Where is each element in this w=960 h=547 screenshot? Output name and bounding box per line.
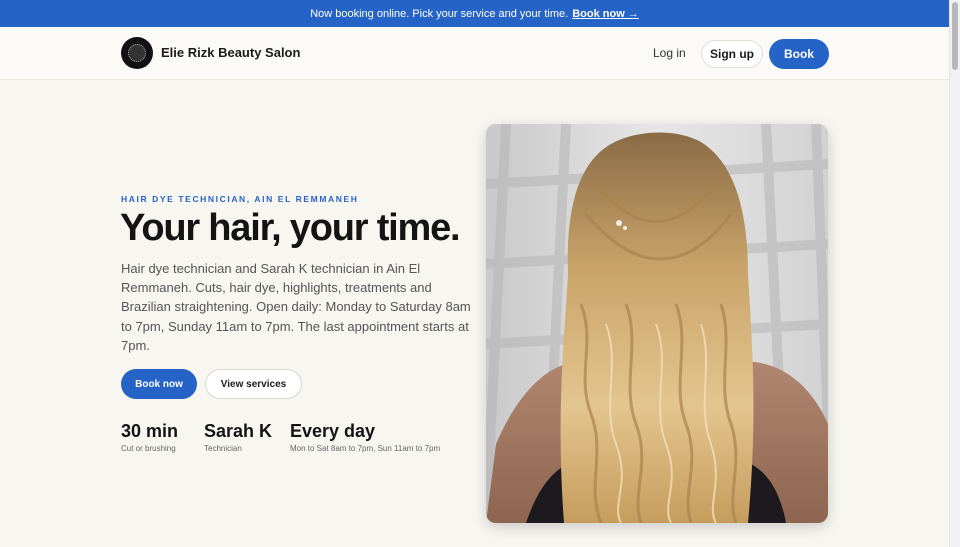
hero-title: Your hair, your time. (120, 207, 461, 249)
hero-description: Hair dye technician and Sarah K technici… (121, 261, 471, 353)
scrollbar-thumb[interactable] (952, 2, 958, 70)
page-scrollbar[interactable] (949, 0, 960, 547)
stat-value: Every day (290, 421, 376, 441)
announcement-text: Now booking online. Pick your service an… (310, 7, 569, 20)
salon-logo[interactable] (121, 37, 153, 69)
announcement-bar: Now booking online. Pick your service an… (0, 0, 949, 27)
signup-button[interactable]: Sign up (701, 40, 763, 68)
stat-label: Mon to Sat 8am to 7pm, Sun 11am to 7pm (290, 444, 441, 453)
login-link[interactable]: Log in (653, 46, 686, 60)
hero-hair-photo (486, 124, 828, 523)
brand-name[interactable]: Elie Rizk Beauty Salon (161, 45, 300, 60)
stat-value: 30 min (121, 421, 179, 441)
stat-value: Sarah K (204, 421, 273, 441)
book-now-button[interactable]: Book now (121, 369, 197, 399)
stat-duration: 30 min Cut or brushing (121, 421, 178, 453)
stat-hours: Every day Mon to Sat 8am to 7pm, Sun 11a… (290, 421, 440, 453)
book-button[interactable]: Book (769, 39, 829, 69)
announcement-book-link[interactable]: Book now → (572, 8, 639, 20)
stat-label: Cut or brushing (121, 444, 176, 453)
view-services-button[interactable]: View services (205, 369, 302, 399)
logo-emblem-icon (128, 44, 146, 62)
hair-photo-illustration (486, 124, 828, 523)
stat-technician: Sarah K Technician (204, 421, 272, 453)
hero-eyebrow: HAIR DYE TECHNICIAN, AIN EL REMMANEH (121, 194, 359, 204)
site-header: Elie Rizk Beauty Salon Log in Sign up Bo… (0, 27, 949, 80)
stat-label: Technician (204, 444, 242, 453)
